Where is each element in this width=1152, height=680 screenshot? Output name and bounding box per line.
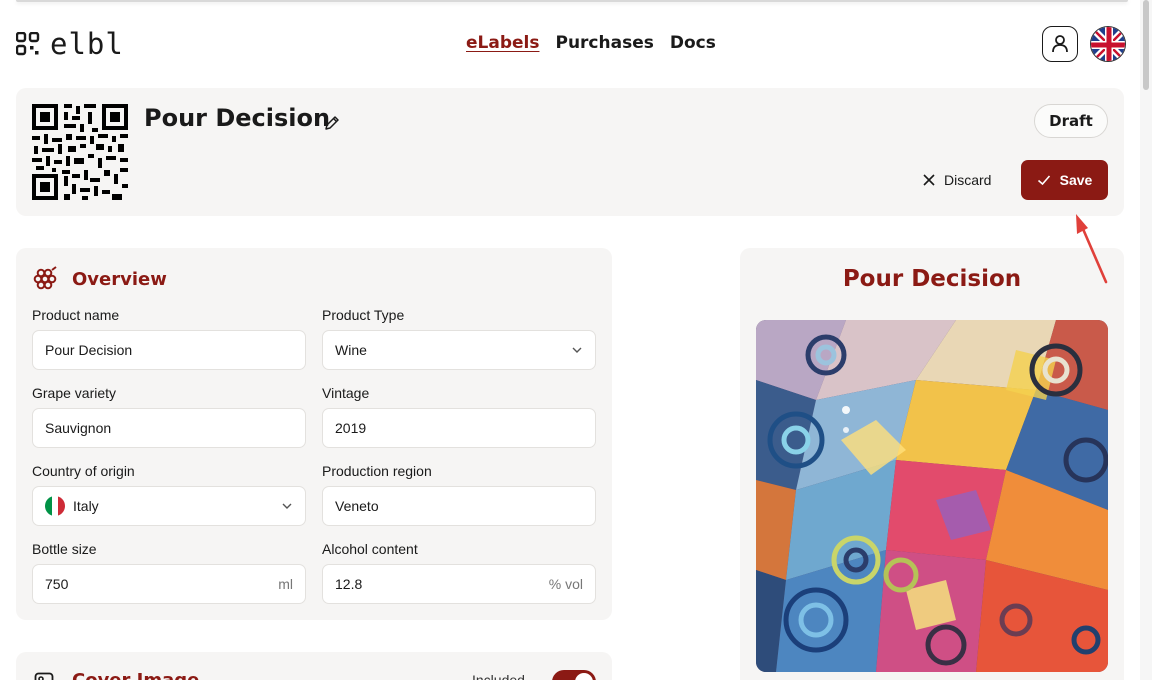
save-button[interactable]: Save [1021, 160, 1108, 200]
user-account-button[interactable] [1042, 26, 1078, 62]
cover-image-title: Cover Image [72, 670, 199, 680]
included-label: Included [472, 672, 525, 680]
discard-button[interactable]: Discard [922, 168, 991, 192]
app-header: elbl eLabels Purchases Docs [0, 0, 1140, 88]
alcohol-field[interactable]: 12.8 % vol [322, 564, 596, 604]
grape-variety-label: Grape variety [32, 385, 117, 401]
vintage-field[interactable]: 2019 [322, 408, 596, 448]
overview-card: Overview Product name Pour Decision Prod… [16, 248, 612, 620]
logo-text: elbl [50, 27, 124, 61]
user-icon [1052, 35, 1068, 53]
nav-docs[interactable]: Docs [670, 33, 716, 53]
main-nav: eLabels Purchases Docs [466, 33, 716, 53]
bottle-size-label: Bottle size [32, 541, 97, 557]
grapes-icon [33, 266, 57, 290]
overview-title: Overview [72, 268, 167, 290]
region-label: Production region [322, 463, 432, 479]
alcohol-value: 12.8 [335, 576, 363, 592]
region-field[interactable]: Veneto [322, 486, 596, 526]
chevron-down-icon [282, 503, 292, 509]
preview-title: Pour Decision [842, 266, 1022, 292]
alcohol-unit: % vol [548, 576, 583, 592]
product-name-value: Pour Decision [45, 342, 133, 358]
italy-flag-icon [45, 496, 65, 516]
label-artwork-image [756, 320, 1108, 672]
chevron-down-icon [572, 347, 582, 353]
country-select[interactable]: Italy [32, 486, 306, 526]
uk-flag-icon [1091, 27, 1125, 61]
included-toggle[interactable] [552, 670, 596, 680]
product-type-select[interactable]: Wine [322, 330, 596, 370]
scrollbar-thumb[interactable] [1143, 0, 1149, 90]
product-header-card: Pour Decision Draft Discard Save [16, 88, 1124, 216]
product-name-label: Product name [32, 307, 120, 323]
country-label: Country of origin [32, 463, 135, 479]
product-type-value: Wine [335, 342, 367, 358]
qr-code-icon[interactable] [32, 104, 128, 200]
label-preview-card: Pour Decision [740, 248, 1124, 680]
product-name-field[interactable]: Pour Decision [32, 330, 306, 370]
product-title: Pour Decision [144, 104, 331, 132]
close-icon [923, 174, 935, 186]
logo-mark-icon [16, 32, 40, 56]
country-value: Italy [73, 498, 99, 514]
language-selector[interactable] [1090, 26, 1126, 62]
alcohol-label: Alcohol content [322, 541, 418, 557]
nav-elabels[interactable]: eLabels [466, 33, 539, 53]
vintage-label: Vintage [322, 385, 370, 401]
toggle-knob [575, 673, 593, 680]
vintage-value: 2019 [335, 420, 367, 436]
bottle-size-field[interactable]: 750 ml [32, 564, 306, 604]
cover-image-card: Cover Image Included [16, 652, 612, 680]
page-scrollbar[interactable] [1140, 0, 1152, 680]
region-value: Veneto [335, 498, 379, 514]
image-icon [34, 672, 54, 680]
status-badge: Draft [1034, 104, 1108, 138]
overview-header: Overview [32, 266, 167, 292]
grape-variety-value: Sauvignon [45, 420, 112, 436]
annotation-arrow-icon [1076, 214, 1108, 284]
bottle-size-value: 750 [45, 576, 69, 592]
edit-pencil-icon[interactable] [323, 114, 341, 132]
product-type-label: Product Type [322, 307, 405, 323]
grape-variety-field[interactable]: Sauvignon [32, 408, 306, 448]
save-label: Save [1059, 172, 1093, 188]
logo[interactable]: elbl [16, 29, 124, 59]
check-icon [1037, 175, 1050, 186]
nav-purchases[interactable]: Purchases [555, 33, 653, 53]
discard-label: Discard [944, 172, 992, 188]
bottle-size-unit: ml [278, 576, 293, 592]
